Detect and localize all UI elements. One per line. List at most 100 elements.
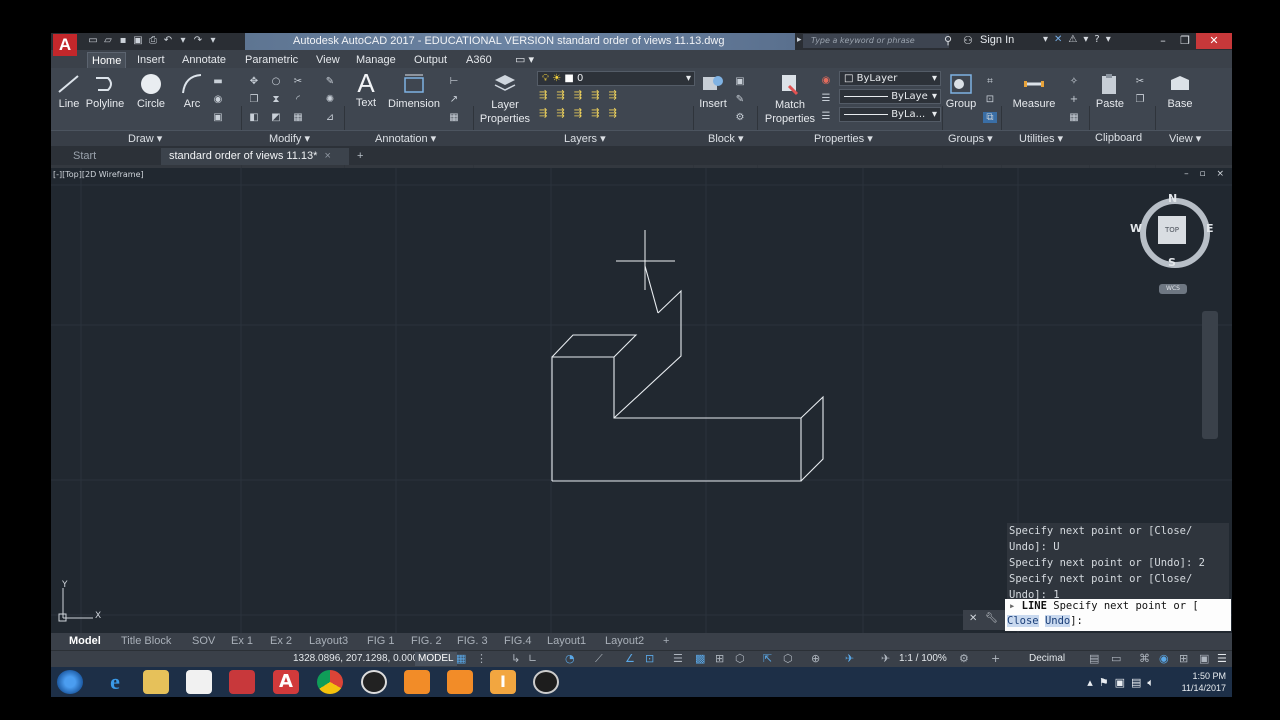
point-icon[interactable]: + [1067, 94, 1081, 105]
compass-south[interactable]: S [1168, 256, 1176, 269]
undo-option[interactable]: Undo [1044, 615, 1071, 627]
tab-title-block[interactable]: Title Block [121, 634, 171, 649]
full-screen-icon[interactable]: ▣ [1199, 652, 1209, 665]
application-menu-button[interactable]: A [53, 34, 77, 56]
edit-block-icon[interactable]: ✎ [733, 94, 747, 105]
base-button[interactable]: Base [1163, 72, 1197, 110]
clipboard-panel-title[interactable]: Clipboard [1095, 132, 1142, 144]
draw-panel-title[interactable]: Draw ▾ [128, 132, 162, 145]
grid-toggle-icon[interactable]: ▦ [456, 652, 466, 665]
viewport-window-controls[interactable]: – ▫ × [1184, 169, 1228, 179]
object-snap-tracking-icon[interactable]: ∠ [625, 652, 635, 665]
redo-icon[interactable]: ↷ [192, 35, 204, 47]
new-tab-button[interactable]: + [357, 148, 371, 165]
tab-output[interactable]: Output [410, 52, 451, 68]
layer-dropdown[interactable]: 💡︎ ☀ ■ 0 ▾ [537, 71, 695, 86]
tab-fig-4[interactable]: FIG.4 [504, 634, 532, 649]
ortho-icon[interactable]: ∟ [528, 652, 537, 665]
text-button[interactable]: A Text [351, 70, 381, 110]
auto-scale-icon[interactable]: ✈ [881, 652, 890, 665]
paste-button[interactable]: Paste [1093, 72, 1127, 110]
new-icon[interactable]: ▭ [87, 35, 99, 47]
ribbon-options-icon[interactable]: ▭ ▾ [511, 52, 538, 68]
move-icon[interactable]: ✥ [247, 76, 261, 87]
group-selection-icon[interactable]: ⧉ [983, 112, 997, 123]
viewport-controls-label[interactable]: [-][Top][2D Wireframe] [53, 170, 144, 179]
customize-icon[interactable]: 🔧︎ [985, 613, 998, 624]
annotation-scale[interactable]: 1:1 / 100% [899, 653, 947, 664]
tab-fig-1[interactable]: FIG 1 [367, 634, 395, 649]
tab-home[interactable]: Home [87, 52, 127, 69]
obs-icon[interactable] [533, 670, 559, 694]
chrome-icon[interactable] [317, 670, 343, 694]
wcs-menu[interactable]: WCS [1159, 284, 1187, 294]
clean-screen-icon[interactable]: ⊞ [1179, 652, 1188, 665]
makerbot-icon[interactable] [361, 670, 387, 694]
app-icon-orange-1[interactable] [404, 670, 430, 694]
quick-properties-icon[interactable]: ▤ [1089, 652, 1099, 665]
mirror-icon[interactable]: ⧗ [269, 94, 283, 105]
model-space-button[interactable]: MODEL [415, 652, 457, 666]
file-explorer-icon[interactable] [143, 670, 169, 694]
scale-icon[interactable]: ◩ [269, 112, 283, 123]
lineweight-icon[interactable]: ☰ [819, 111, 833, 122]
annotation-visibility-icon[interactable]: ✈ [845, 652, 854, 665]
app-icon-i[interactable]: I [490, 670, 516, 694]
3d-osnap-icon[interactable]: ⬡ [735, 652, 745, 665]
tab-a360[interactable]: A360 [462, 52, 496, 68]
help-dropdown-icon[interactable]: ▾ [1106, 34, 1111, 45]
close-option[interactable]: Close [1007, 615, 1039, 627]
tab-fig-2[interactable]: FIG. 2 [411, 634, 442, 649]
match-properties-button[interactable]: Match Properties [763, 72, 817, 126]
tab-layout3[interactable]: Layout3 [309, 634, 348, 649]
transparency-icon[interactable]: ▩ [695, 652, 705, 665]
edit-attributes-icon[interactable]: ⚙ [733, 112, 747, 123]
gizmo-icon[interactable]: ⊕ [811, 652, 820, 665]
array-icon[interactable]: ▦ [291, 112, 305, 123]
customization-menu-icon[interactable]: ☰ [1217, 652, 1227, 665]
tab-ex-1[interactable]: Ex 1 [231, 634, 253, 649]
open-icon[interactable]: ▱ [102, 35, 114, 47]
a360-icon[interactable]: ⚠ [1068, 34, 1077, 45]
start-tab[interactable]: Start [59, 148, 173, 165]
tab-layout2[interactable]: Layout2 [605, 634, 644, 649]
sign-in-link[interactable]: Sign In [980, 34, 1014, 46]
tab-model[interactable]: Model [69, 634, 101, 649]
tab-insert[interactable]: Insert [133, 52, 169, 68]
linetype-icon[interactable]: ☰ [819, 93, 833, 104]
add-layout-button[interactable]: + [663, 634, 669, 649]
rotate-icon[interactable]: ○ [269, 76, 283, 87]
close-command-line-icon[interactable]: ✕ [969, 613, 977, 624]
quick-select-icon[interactable]: ✧ [1067, 76, 1081, 87]
leader-icon[interactable]: ↗ [447, 94, 461, 105]
hardware-acceleration-icon[interactable]: ◉ [1159, 652, 1169, 665]
workspace-gear-icon[interactable]: ⚙ [959, 652, 969, 665]
create-block-icon[interactable]: ▣ [733, 76, 747, 87]
erase-icon[interactable]: ✎ [323, 76, 337, 87]
viewcube-top-face[interactable]: TOP [1158, 216, 1186, 244]
tab-layout1[interactable]: Layout1 [547, 634, 586, 649]
line-button[interactable]: Line [55, 72, 83, 110]
calculator-icon[interactable]: ▦ [1067, 112, 1081, 123]
internet-explorer-icon[interactable]: e [102, 670, 128, 694]
tab-sov[interactable]: SOV [192, 634, 215, 649]
drawing-canvas[interactable]: [-][Top][2D Wireframe] – ▫ × Y X TOP N S… [51, 168, 1232, 633]
view-panel-title[interactable]: View ▾ [1169, 132, 1201, 145]
tab-ex-2[interactable]: Ex 2 [270, 634, 292, 649]
gradient-icon[interactable]: ▣ [211, 112, 225, 123]
viewcube[interactable]: TOP N S W E [1130, 192, 1214, 269]
group-edit-icon[interactable]: ⊡ [983, 94, 997, 105]
close-tab-icon[interactable]: × [324, 150, 330, 162]
layer-tools-row2[interactable]: ⇶⇶⇶⇶⇶ [539, 108, 626, 119]
tab-fig-3[interactable]: FIG. 3 [457, 634, 488, 649]
hatch-icon[interactable]: ◉ [211, 94, 225, 105]
dynamic-ucs-icon[interactable]: ⇱ [763, 652, 772, 665]
dynamic-input-icon[interactable]: ↳ [511, 652, 520, 665]
selection-cycling-icon[interactable]: ⊞ [715, 652, 724, 665]
explode-icon[interactable]: ✺ [323, 94, 337, 105]
maximize-button[interactable]: ❐ [1174, 33, 1196, 49]
annotation-monitor-icon[interactable]: + [991, 652, 1000, 665]
copy-icon[interactable]: ❐ [247, 94, 261, 105]
compass-east[interactable]: E [1206, 222, 1214, 235]
block-panel-title[interactable]: Block ▾ [708, 132, 743, 145]
